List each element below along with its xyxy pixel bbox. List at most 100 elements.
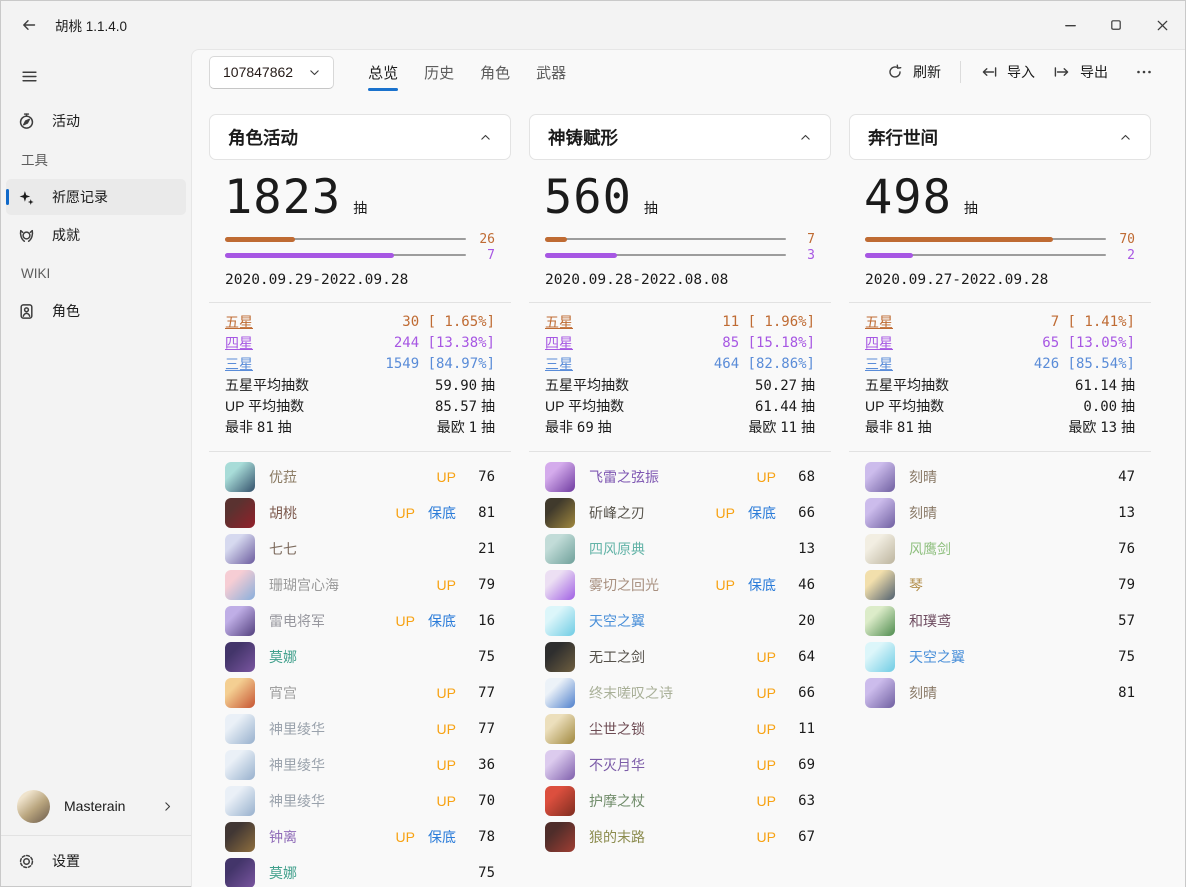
sidebar-item-角色[interactable]: 角色	[6, 293, 186, 329]
pull-item-row[interactable]: 护摩之杖 UP63	[545, 783, 815, 819]
sidebar-item-祈愿记录[interactable]: 祈愿记录	[6, 179, 186, 215]
pull-item-row[interactable]: 风鹰剑 76	[865, 531, 1135, 567]
stat-label: UP 平均抽数	[225, 396, 304, 416]
close-button[interactable]	[1139, 1, 1185, 49]
tab-总览[interactable]: 总览	[366, 50, 400, 94]
item-pull-count: 16	[469, 613, 495, 629]
item-pull-count: 69	[789, 757, 815, 773]
item-name: 珊瑚宫心海	[269, 575, 339, 595]
pull-item-row[interactable]: 天空之翼 20	[545, 603, 815, 639]
item-pull-count: 46	[789, 577, 815, 593]
item-name: 胡桃	[269, 503, 297, 523]
export-icon	[1053, 63, 1071, 81]
stat-label: 五星平均抽数	[545, 375, 629, 395]
item-avatar	[865, 462, 895, 492]
pull-item-row[interactable]: 刻晴 81	[865, 675, 1135, 711]
pull-item-row[interactable]: 珊瑚宫心海 UP79	[225, 567, 495, 603]
sidebar-item-settings[interactable]: 设置	[6, 842, 186, 880]
refresh-button[interactable]: 刷新	[877, 56, 950, 88]
pull-item-row[interactable]: 琴 79	[865, 567, 1135, 603]
pull-item-row[interactable]: 飞雷之弦振 UP68	[545, 459, 815, 495]
sidebar-item-活动[interactable]: 活动	[6, 103, 186, 139]
banner-header[interactable]: 奔行世间	[849, 114, 1151, 160]
pull-item-row[interactable]: 七七 21	[225, 531, 495, 567]
pull-item-row[interactable]: 狼的末路 UP67	[545, 819, 815, 855]
banner-column: 奔行世间 498 抽 70 2 2020.09.27-2022.09.28 五星…	[849, 114, 1151, 887]
pull-item-row[interactable]: 宵宫 UP77	[225, 675, 495, 711]
more-options-button[interactable]	[1127, 57, 1161, 87]
user-account-row[interactable]: Masterain	[6, 781, 186, 831]
sidebar-spacer	[1, 331, 191, 781]
tab-角色[interactable]: 角色	[478, 50, 512, 94]
tab-历史[interactable]: 历史	[422, 50, 456, 94]
stat-best: 最欧 11 抽	[748, 417, 815, 437]
pull-item-row[interactable]: 刻晴 47	[865, 459, 1135, 495]
pull-item-row[interactable]: 四风原典 13	[545, 531, 815, 567]
import-button[interactable]: 导入	[971, 56, 1044, 88]
stat-label: 三星	[865, 354, 893, 374]
chevron-up-icon	[796, 128, 814, 146]
pull-item-row[interactable]: 天空之翼 75	[865, 639, 1135, 675]
item-pull-count: 68	[789, 469, 815, 485]
item-name: 不灭月华	[589, 755, 645, 775]
pull-item-row[interactable]: 雷电将军 UP保底16	[225, 603, 495, 639]
item-avatar	[225, 858, 255, 887]
stat-label: 三星	[545, 354, 573, 374]
maximize-button[interactable]	[1093, 1, 1139, 49]
pull-item-row[interactable]: 神里绫华 UP70	[225, 783, 495, 819]
pull-item-row[interactable]: 钟离 UP保底78	[225, 819, 495, 855]
pull-item-row[interactable]: 尘世之锁 UP11	[545, 711, 815, 747]
pull-item-row[interactable]: 终末嗟叹之诗 UP66	[545, 675, 815, 711]
item-name: 宵宫	[269, 683, 297, 703]
stat-worst: 最非 81 抽	[225, 417, 292, 437]
item-avatar	[865, 642, 895, 672]
pull-item-row[interactable]: 神里绫华 UP77	[225, 711, 495, 747]
sidebar-item-成就[interactable]: 成就	[6, 217, 186, 253]
uid-selector[interactable]: 107847862	[209, 56, 334, 89]
banner-header[interactable]: 角色活动	[209, 114, 511, 160]
item-pull-count: 75	[469, 865, 495, 881]
pull-item-row[interactable]: 神里绫华 UP36	[225, 747, 495, 783]
banner-total: 1823 抽	[224, 170, 511, 224]
pull-item-row[interactable]: 雾切之回光 UP保底46	[545, 567, 815, 603]
pull-item-row[interactable]: 和璞鸢 57	[865, 603, 1135, 639]
import-label: 导入	[1007, 62, 1035, 82]
pull-item-row[interactable]: 无工之剑 UP64	[545, 639, 815, 675]
up-badge: UP	[757, 469, 776, 485]
pity-bar: 3	[545, 247, 815, 263]
pull-item-row[interactable]: 斫峰之刃 UP保底66	[545, 495, 815, 531]
pull-item-row[interactable]: 胡桃 UP保底81	[225, 495, 495, 531]
nav-menu-button[interactable]	[9, 59, 49, 93]
stat-value: 7 [ 1.41%]	[1051, 314, 1135, 330]
item-name: 神里绫华	[269, 791, 325, 811]
refresh-icon	[886, 63, 904, 81]
pull-item-row[interactable]: 优菈 UP76	[225, 459, 495, 495]
tab-武器[interactable]: 武器	[534, 50, 568, 94]
stat-row: 五星 30 [ 1.65%]	[225, 311, 495, 332]
achievement-icon	[17, 226, 35, 244]
pull-item-row[interactable]: 莫娜 75	[225, 855, 495, 887]
item-pull-count: 76	[469, 469, 495, 485]
pity-bar-fill	[865, 253, 913, 258]
pull-item-list: 刻晴 47 刻晴 13 风鹰剑 76 琴 79 和璞鸢 57 天空之翼 75	[865, 459, 1135, 711]
pull-item-row[interactable]: 不灭月华 UP69	[545, 747, 815, 783]
item-pull-count: 78	[469, 829, 495, 845]
chevron-up-icon	[476, 128, 494, 146]
pull-item-row[interactable]: 莫娜 75	[225, 639, 495, 675]
sidebar-item-label: 角色	[52, 301, 80, 321]
export-button[interactable]: 导出	[1044, 56, 1117, 88]
user-avatar	[17, 790, 50, 823]
item-name: 天空之翼	[589, 611, 645, 631]
pull-item-row[interactable]: 刻晴 13	[865, 495, 1135, 531]
stat-value: 244 [13.38%]	[394, 335, 495, 351]
refresh-label: 刷新	[913, 62, 941, 82]
banner-header[interactable]: 神铸赋形	[529, 114, 831, 160]
item-name: 护摩之杖	[589, 791, 645, 811]
item-pull-count: 67	[789, 829, 815, 845]
stat-row: 五星平均抽数 61.14 抽	[865, 374, 1135, 395]
item-name: 无工之剑	[589, 647, 645, 667]
divider	[209, 302, 511, 303]
minimize-button[interactable]	[1047, 1, 1093, 49]
back-button[interactable]	[9, 7, 49, 43]
pity-bar-track	[865, 254, 1106, 256]
